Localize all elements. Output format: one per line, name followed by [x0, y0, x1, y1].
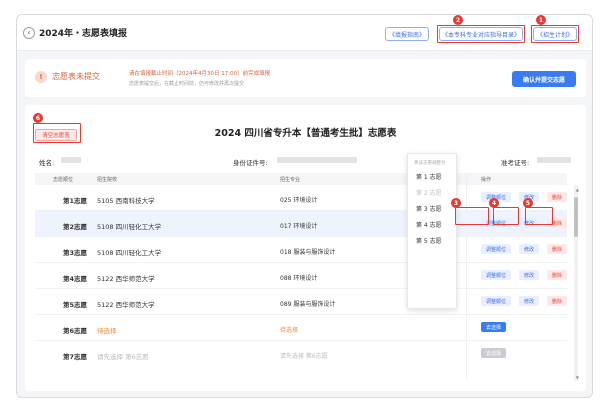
major-cell: 018 服装与服饰设计	[280, 249, 336, 256]
delete-button[interactable]: 删除	[547, 296, 567, 306]
modify-button[interactable]: 修改	[519, 244, 539, 254]
annotation-box-4	[493, 207, 519, 225]
school-cell: 待选择	[97, 327, 117, 335]
col-major: 招生专业	[280, 177, 301, 183]
col-school: 招生院校	[97, 177, 118, 183]
table-row: 第5志愿 5122 西华师范大学 089 服装与服饰设计 调整顺位 修改 删除	[35, 289, 567, 315]
back-arrow-icon[interactable]: ‹	[23, 26, 35, 39]
dropdown-option[interactable]: 第 4 志愿	[416, 220, 442, 229]
scroll-up-icon[interactable]: ▲	[576, 187, 579, 192]
major-cell: 017 环境设计	[280, 223, 318, 230]
dropdown-option[interactable]: 第 1 志愿	[416, 172, 442, 181]
order-cell: 第6志愿	[63, 327, 88, 335]
annotation-badge-2: 2	[453, 15, 463, 25]
app-window: ‹ 2024年・志愿表填报 《填报指南》 《本专科专业对应指导目录》 《招生计划…	[16, 14, 593, 398]
annotation-box-1	[531, 25, 579, 43]
col-ops: 操作	[481, 177, 492, 183]
choose-button-disabled: 去选择	[481, 348, 507, 358]
dropdown-heading: 将该志愿调整为	[414, 161, 446, 166]
annotation-box-6	[33, 123, 81, 143]
application-form-card: 清空志愿表 2024 四川省专升本【普通考生批】志愿表 姓名: 身份证件号: 准…	[25, 105, 586, 391]
deadline-text: 请在填报截止时间（2024年4月30日 17:00）前完成填报	[129, 71, 271, 77]
status-text: 志愿表未提交	[52, 72, 100, 81]
page-title: 2024年・志愿表填报	[39, 29, 128, 39]
major-cell: 待选择	[280, 327, 299, 334]
school-cell: 请先选择 第6志愿	[97, 353, 149, 361]
major-cell: 088 环境设计	[280, 275, 318, 282]
school-cell: 5105 西南科技大学	[97, 197, 155, 205]
warning-icon: !	[35, 71, 47, 83]
order-cell: 第1志愿	[63, 197, 88, 205]
school-cell: 5122 西华师范大学	[97, 275, 155, 283]
table-row: 第6志愿 待选择 待选择 去选择	[35, 315, 567, 341]
order-cell: 第4志愿	[63, 275, 88, 283]
annotation-badge-1: 1	[536, 15, 546, 25]
annotation-badge-3: 3	[451, 198, 461, 208]
dropdown-option[interactable]: 第 5 志愿	[416, 236, 442, 245]
deadline-note: 志愿表提交后，在截止时间前，仍可修改并再次提交	[129, 81, 245, 87]
table-row: 第4志愿 5122 西华师范大学 088 环境设计 调整顺位 修改 删除	[35, 263, 567, 289]
id-label: 身份证件号:	[233, 159, 268, 167]
ticket-label: 准考证号:	[501, 159, 530, 167]
fill-guide-button[interactable]: 《填报指南》	[385, 27, 429, 41]
major-cell: 089 服装与服饰设计	[280, 301, 336, 308]
name-label: 姓名:	[39, 159, 55, 167]
delete-button[interactable]: 删除	[547, 244, 567, 254]
annotation-box-3	[455, 207, 489, 225]
choose-button[interactable]: 去选择	[481, 322, 507, 332]
order-cell: 第3志愿	[63, 249, 88, 257]
name-redacted	[61, 157, 81, 163]
annotation-badge-5: 5	[523, 198, 533, 208]
school-cell: 5122 西华师范大学	[97, 301, 155, 309]
school-cell: 5108 四川轻化工大学	[97, 249, 162, 257]
scrollbar-thumb[interactable]	[574, 197, 578, 237]
major-cell: 025 环境设计	[280, 197, 318, 204]
adjust-order-button[interactable]: 调整顺位	[481, 270, 511, 280]
modify-button[interactable]: 修改	[519, 296, 539, 306]
delete-button[interactable]: 删除	[547, 192, 567, 202]
order-cell: 第5志愿	[63, 301, 88, 309]
id-redacted	[277, 157, 357, 163]
ticket-redacted	[537, 157, 571, 163]
adjust-order-button[interactable]: 调整顺位	[481, 244, 511, 254]
annotation-badge-6: 6	[33, 113, 43, 123]
col-order: 志愿顺位	[53, 177, 74, 183]
adjust-order-button[interactable]: 调整顺位	[481, 296, 511, 306]
submit-status-bar: ! 志愿表未提交 请在填报截止时间（2024年4月30日 17:00）前完成填报…	[25, 59, 586, 97]
modify-button[interactable]: 修改	[519, 270, 539, 280]
major-cell: 请先选择 第6志愿	[280, 353, 328, 360]
order-cell: 第7志愿	[63, 353, 88, 361]
school-cell: 5108 四川轻化工大学	[97, 223, 162, 231]
dropdown-option-disabled: 第 2 志愿	[416, 190, 442, 197]
annotation-box-2	[437, 25, 525, 43]
dropdown-option[interactable]: 第 3 志愿	[416, 204, 442, 213]
table-row: 第7志愿 请先选择 第6志愿 请先选择 第6志愿 去选择	[35, 341, 567, 367]
confirm-submit-button[interactable]: 确认并提交志愿	[512, 71, 576, 87]
delete-button[interactable]: 删除	[547, 270, 567, 280]
form-title: 2024 四川省专升本【普通考生批】志愿表	[214, 128, 397, 139]
order-cell: 第2志愿	[63, 223, 88, 231]
scroll-down-icon[interactable]: ▼	[576, 375, 579, 380]
annotation-badge-4: 4	[489, 198, 499, 208]
table-header: 志愿顺位 招生院校 招生专业 操作	[35, 173, 567, 185]
table-row: 第3志愿 5108 四川轻化工大学 018 服装与服饰设计 调整顺位 修改 删除	[35, 237, 567, 263]
annotation-box-5	[525, 207, 553, 225]
adjust-order-dropdown: 将该志愿调整为 第 1 志愿 第 2 志愿 第 3 志愿 第 4 志愿 第 5 …	[407, 153, 457, 309]
